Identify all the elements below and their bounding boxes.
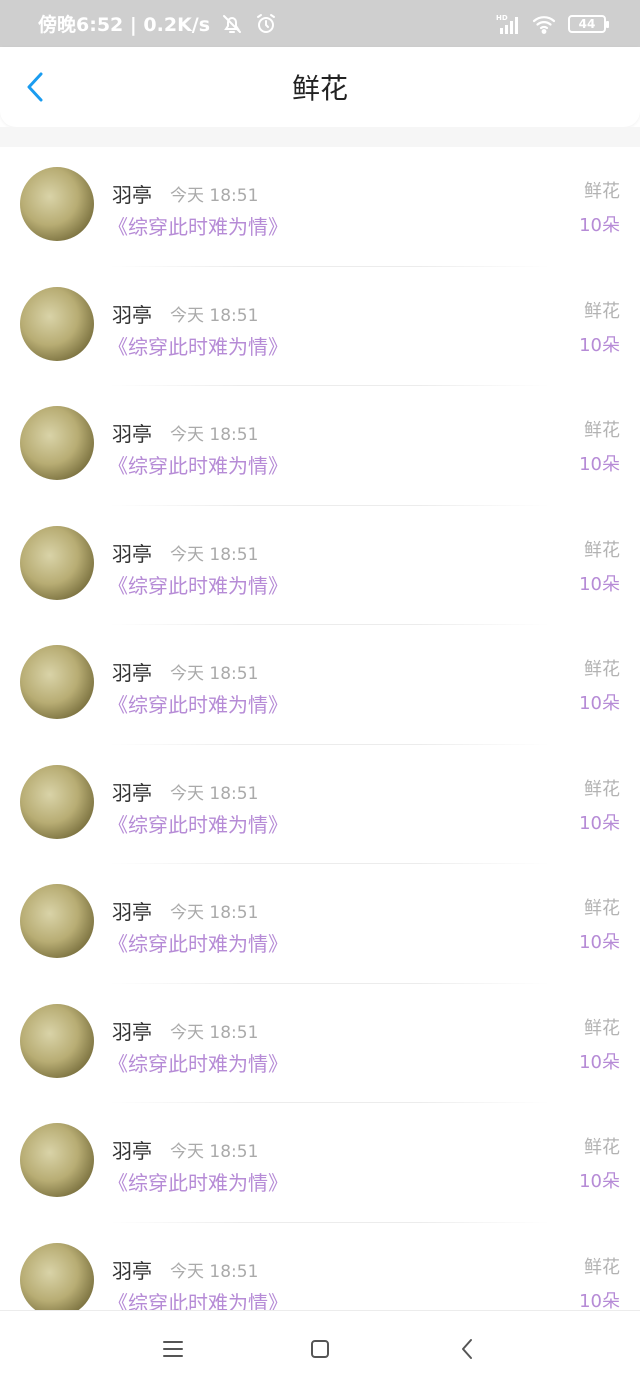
status-time: 傍晚6:52 | 0.2K/s bbox=[38, 14, 211, 36]
avatar bbox=[20, 1003, 94, 1078]
list-item[interactable]: 羽亭 今天 18:51 《综穿此时难为情》 鲜花 10朵 bbox=[0, 1103, 640, 1223]
book-title: 《综穿此时难为情》 bbox=[108, 1171, 288, 1195]
list-item[interactable]: 羽亭 今天 18:51 《综穿此时难为情》 鲜花 10朵 bbox=[0, 864, 640, 984]
timestamp: 今天 18:51 bbox=[170, 783, 259, 804]
list-item[interactable]: 羽亭 今天 18:51 《综穿此时难为情》 鲜花 10朵 bbox=[0, 984, 640, 1103]
bell-off-icon bbox=[220, 12, 244, 36]
user-name: 羽亭 bbox=[112, 780, 152, 805]
user-name: 羽亭 bbox=[112, 661, 152, 685]
timestamp: 今天 18:51 bbox=[170, 544, 259, 565]
book-title: 《综穿此时难为情》 bbox=[108, 1051, 288, 1076]
book-title: 《综穿此时难为情》 bbox=[108, 454, 288, 478]
book-title: 《综穿此时难为情》 bbox=[108, 932, 288, 956]
home-icon bbox=[310, 1340, 329, 1358]
list-item[interactable]: 羽亭 今天 18:51 《综穿此时难为情》 鲜花 10朵 bbox=[0, 1223, 640, 1311]
user-name: 羽亭 bbox=[112, 1258, 152, 1283]
list-item[interactable]: 羽亭 今天 18:51 《综穿此时难为情》 鲜花 10朵 bbox=[0, 625, 640, 745]
avatar bbox=[20, 286, 94, 361]
avatar bbox=[20, 406, 94, 480]
gift-count: 10朵 bbox=[579, 573, 620, 595]
gift-type: 鲜花 bbox=[584, 1017, 620, 1039]
user-name: 羽亭 bbox=[112, 183, 152, 207]
flower-gift-list: 羽亭 今天 18:51 《综穿此时难为情》 鲜花 10朵 羽亭 今天 18:51… bbox=[0, 147, 640, 1310]
timestamp: 今天 18:51 bbox=[170, 1261, 259, 1282]
gift-type: 鲜花 bbox=[584, 539, 620, 561]
gift-type: 鲜花 bbox=[584, 1256, 620, 1278]
status-bar: 傍晚6:52 | 0.2K/s HD 44 bbox=[0, 0, 640, 47]
alarm-icon bbox=[254, 12, 278, 36]
gift-type: 鲜花 bbox=[584, 898, 620, 919]
gift-count: 10朵 bbox=[579, 812, 620, 834]
list-item[interactable]: 羽亭 今天 18:51 《综穿此时难为情》 鲜花 10朵 bbox=[0, 147, 640, 267]
gift-count: 10朵 bbox=[579, 932, 620, 953]
gift-type: 鲜花 bbox=[584, 778, 620, 800]
list-item[interactable]: 羽亭 今天 18:51 《综穿此时难为情》 鲜花 10朵 bbox=[0, 745, 640, 864]
gift-type: 鲜花 bbox=[584, 1137, 620, 1158]
book-title: 《综穿此时难为情》 bbox=[108, 334, 288, 359]
gift-count: 10朵 bbox=[579, 1290, 620, 1311]
status-right: HD 44 bbox=[496, 12, 609, 36]
timestamp: 今天 18:51 bbox=[170, 1022, 259, 1043]
gift-type: 鲜花 bbox=[584, 420, 620, 441]
header-spacer bbox=[0, 127, 640, 147]
gift-type: 鲜花 bbox=[584, 181, 620, 202]
user-name: 羽亭 bbox=[112, 1139, 152, 1163]
system-back-button[interactable] bbox=[447, 1329, 487, 1369]
book-title: 《综穿此时难为情》 bbox=[108, 573, 288, 598]
timestamp: 今天 18:51 bbox=[170, 425, 259, 445]
book-title: 《综穿此时难为情》 bbox=[108, 812, 288, 837]
system-nav-bar bbox=[0, 1310, 640, 1387]
timestamp: 今天 18:51 bbox=[170, 305, 259, 326]
battery-level: 44 bbox=[578, 16, 596, 31]
avatar bbox=[20, 1242, 94, 1310]
user-name: 羽亭 bbox=[112, 422, 152, 446]
timestamp: 今天 18:51 bbox=[170, 1142, 259, 1162]
menu-button[interactable] bbox=[153, 1329, 193, 1369]
user-name: 羽亭 bbox=[112, 541, 152, 566]
home-button[interactable] bbox=[300, 1329, 340, 1369]
user-name: 羽亭 bbox=[112, 900, 152, 924]
book-title: 《综穿此时难为情》 bbox=[108, 693, 288, 717]
page-title: 鲜花 bbox=[291, 72, 348, 105]
list-item[interactable]: 羽亭 今天 18:51 《综穿此时难为情》 鲜花 10朵 bbox=[0, 386, 640, 506]
avatar bbox=[20, 764, 94, 839]
header: 鲜花 bbox=[0, 47, 640, 127]
gift-count: 10朵 bbox=[579, 693, 620, 714]
status-left: 傍晚6:52 | 0.2K/s bbox=[38, 10, 278, 37]
timestamp: 今天 18:51 bbox=[170, 186, 259, 206]
gift-count: 10朵 bbox=[579, 334, 620, 356]
back-icon bbox=[461, 1339, 472, 1359]
battery-icon: 44 bbox=[568, 14, 609, 33]
avatar bbox=[20, 167, 94, 241]
list-item[interactable]: 羽亭 今天 18:51 《综穿此时难为情》 鲜花 10朵 bbox=[0, 267, 640, 386]
timestamp: 今天 18:51 bbox=[170, 903, 259, 923]
book-title: 《综穿此时难为情》 bbox=[108, 1290, 288, 1311]
book-title: 《综穿此时难为情》 bbox=[108, 215, 288, 239]
network-badge: HD bbox=[496, 14, 508, 22]
gift-count: 10朵 bbox=[579, 1171, 620, 1192]
gift-count: 10朵 bbox=[579, 454, 620, 475]
gift-count: 10朵 bbox=[579, 215, 620, 236]
avatar bbox=[20, 645, 94, 719]
gift-type: 鲜花 bbox=[584, 300, 620, 322]
list-item[interactable]: 羽亭 今天 18:51 《综穿此时难为情》 鲜花 10朵 bbox=[0, 506, 640, 625]
avatar bbox=[20, 884, 94, 958]
menu-icon bbox=[163, 1341, 184, 1357]
avatar bbox=[20, 525, 94, 600]
signal-icon: HD bbox=[496, 12, 520, 36]
timestamp: 今天 18:51 bbox=[170, 664, 259, 684]
gift-type: 鲜花 bbox=[584, 659, 620, 680]
gift-count: 10朵 bbox=[579, 1051, 620, 1073]
avatar bbox=[20, 1123, 94, 1197]
user-name: 羽亭 bbox=[112, 302, 152, 327]
wifi-icon bbox=[532, 12, 556, 36]
user-name: 羽亭 bbox=[112, 1019, 152, 1044]
